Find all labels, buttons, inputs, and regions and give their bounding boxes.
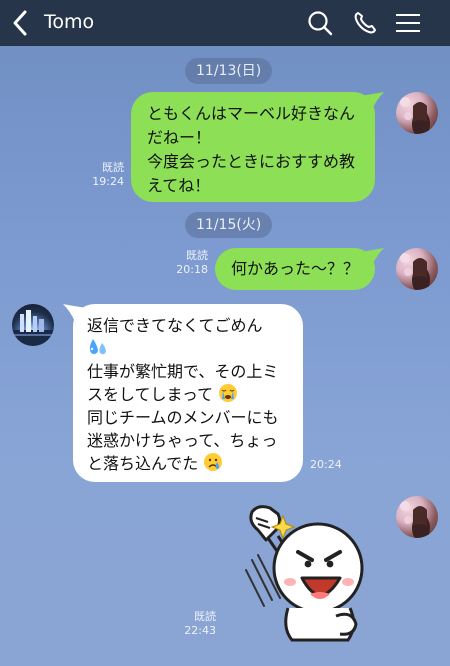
message-text: だねー！: [147, 128, 212, 147]
message-text-line-emoji: スをしてしまって: [87, 383, 289, 406]
message-time: 20:18: [176, 263, 208, 276]
message-bubble-mine[interactable]: ともくんはマーベル好きなん だねー！ 今度会ったときにおすすめ教 えてね！: [131, 92, 375, 202]
message-text: ともくんはマーベル好きなん: [147, 104, 356, 123]
message-text-line-emoji: と落ち込んでた: [87, 452, 289, 475]
my-avatar[interactable]: [396, 248, 438, 290]
message-text: 今度会ったときにおすすめ教: [147, 152, 356, 171]
read-receipt: 既読: [186, 249, 208, 262]
tomo-avatar[interactable]: [12, 304, 54, 346]
read-receipt: 既読: [102, 161, 124, 174]
loudly-crying-face-icon: [219, 384, 238, 402]
message-text-line-emoji: [87, 337, 289, 360]
date-separator: 11/15(火): [185, 212, 273, 238]
message-time: 19:24: [92, 175, 124, 188]
profile-photo-icon: [400, 97, 430, 134]
back-chevron-icon[interactable]: [10, 9, 32, 37]
message-text: 同じチームのメンバーにも: [87, 408, 279, 427]
message-time: 20:24: [310, 458, 342, 471]
message-text: えてね！: [147, 176, 211, 195]
crying-face-icon: [204, 453, 223, 471]
message-text: 仕事が繁忙期で、その上ミ: [87, 362, 279, 381]
my-avatar[interactable]: [396, 496, 438, 538]
message-text: と落ち込んでた: [87, 454, 199, 473]
phone-icon[interactable]: [351, 9, 379, 37]
search-icon[interactable]: [306, 9, 334, 37]
city-night-photo-icon: [12, 310, 54, 346]
message-text: 迷惑かけちゃって、ちょっ: [87, 431, 278, 450]
menu-icon[interactable]: [394, 9, 422, 37]
date-separator: 11/13(日): [185, 58, 273, 84]
profile-photo-icon: [400, 253, 430, 290]
message-text: スをしてしまって: [87, 385, 214, 404]
read-receipt: 既読: [194, 610, 216, 623]
message-bubble-incoming[interactable]: 返信できてなくてごめん 仕事が繁忙期で、その上ミ スをしてしまって 同じチームの…: [73, 304, 303, 482]
chat-header: Tomo: [0, 0, 450, 46]
message-text: 何かあった〜？？: [231, 259, 360, 278]
chat-title: Tomo: [44, 11, 95, 33]
message-time: 22:43: [184, 624, 216, 637]
message-bubble-mine[interactable]: 何かあった〜？？: [215, 248, 375, 290]
fist-pump-sticker[interactable]: [228, 500, 378, 650]
profile-photo-icon: [400, 501, 430, 538]
message-meta: 既読 19:24: [84, 161, 124, 189]
sweat-drops-icon: [89, 339, 106, 355]
message-meta: 既読 20:18: [168, 249, 208, 277]
my-avatar[interactable]: [396, 92, 438, 134]
message-text: 返信できてなくてごめん: [87, 316, 263, 335]
message-meta: 既読 22:43: [176, 610, 216, 638]
